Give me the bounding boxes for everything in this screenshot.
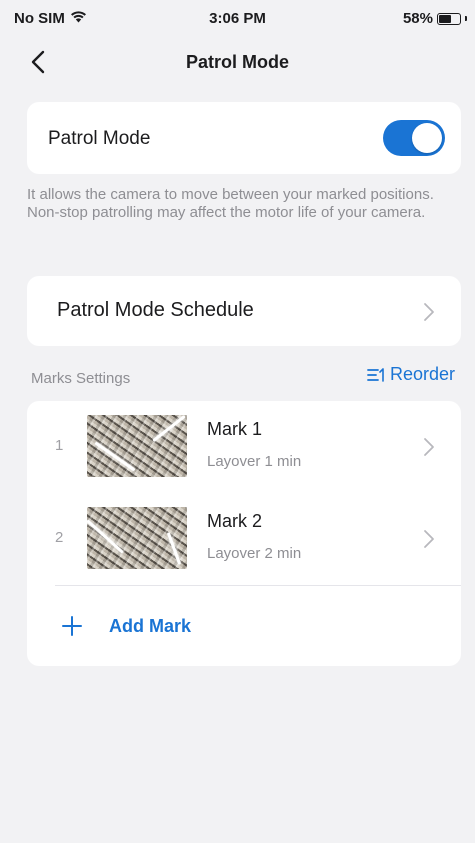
battery-icon <box>437 12 461 25</box>
battery-fill <box>439 14 451 23</box>
plus-icon <box>62 616 82 636</box>
page-title: Patrol Mode <box>185 52 289 72</box>
marks-card: 1 Mark 1 Layover 1 min 2 Mark 2 Layover … <box>27 401 461 666</box>
patrol-mode-toggle[interactable] <box>383 120 445 156</box>
mark-thumbnail <box>87 415 187 477</box>
patrol-mode-label: Patrol Mode <box>48 128 151 149</box>
patrol-schedule-row[interactable]: Patrol Mode Schedule <box>27 276 461 346</box>
mark-row[interactable]: 2 Mark 2 Layover 2 min <box>27 493 461 585</box>
toggle-knob <box>412 123 442 153</box>
reorder-label: Reorder <box>389 364 455 384</box>
patrol-mode-description: It allows the camera to move between you… <box>27 186 434 221</box>
mark-layover: Layover 2 min <box>207 545 302 562</box>
add-mark-label: Add Mark <box>109 616 192 636</box>
chevron-right-icon <box>424 303 434 321</box>
battery-percent: 58% <box>402 10 433 27</box>
reorder-button[interactable]: Reorder <box>366 364 455 385</box>
chevron-right-icon <box>424 438 434 456</box>
reorder-icon <box>367 367 384 382</box>
mark-row[interactable]: 1 Mark 1 Layover 1 min <box>27 401 461 493</box>
chevron-right-icon <box>424 530 434 548</box>
nav-bar: Patrol Mode <box>0 40 475 84</box>
mark-index: 2 <box>55 529 64 546</box>
mark-layover: Layover 1 min <box>207 453 302 470</box>
mark-name: Mark 2 <box>207 511 263 531</box>
mark-index: 1 <box>55 437 64 454</box>
patrol-schedule-label: Patrol Mode Schedule <box>57 299 254 321</box>
add-mark-button[interactable]: Add Mark <box>27 587 461 667</box>
patrol-mode-card: Patrol Mode <box>27 102 461 174</box>
status-bar: No SIM 3:06 PM 58% <box>0 0 475 40</box>
mark-thumbnail <box>87 507 187 569</box>
mark-name: Mark 1 <box>207 419 263 439</box>
status-right: 58% <box>403 10 467 27</box>
marks-settings-label: Marks Settings <box>31 370 131 387</box>
divider <box>55 585 461 586</box>
battery-cap <box>465 16 467 21</box>
